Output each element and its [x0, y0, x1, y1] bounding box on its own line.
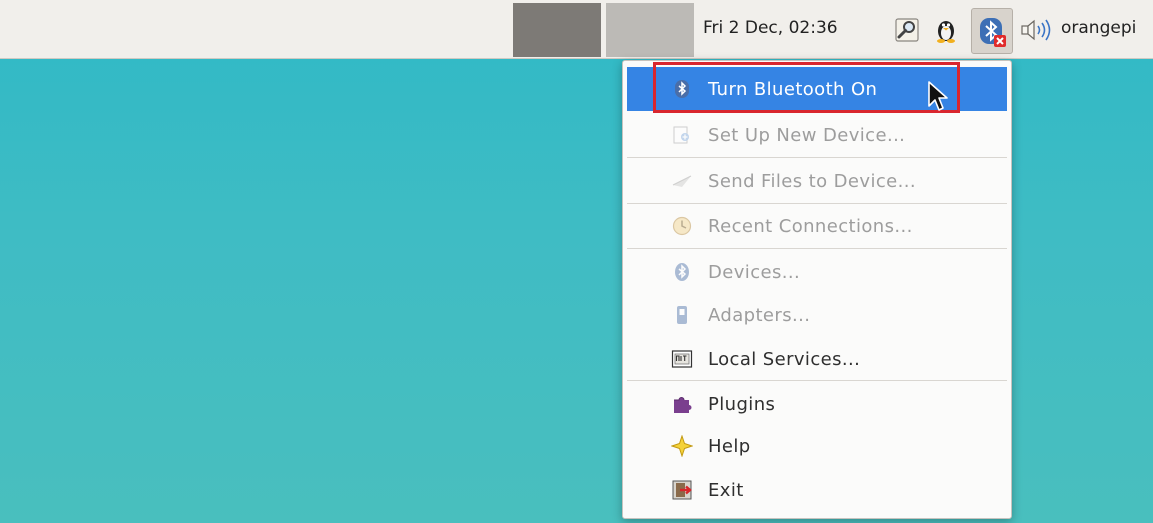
menu-item-label: Adapters... [708, 305, 811, 326]
new-device-icon [671, 124, 693, 146]
menu-item-label: Set Up New Device... [708, 125, 906, 146]
magnifier-icon[interactable] [893, 16, 921, 44]
volume-icon[interactable] [1018, 16, 1056, 44]
menu-item-exit[interactable]: Exit [627, 468, 1007, 512]
exit-icon [671, 479, 693, 501]
annotation-highlight-box [653, 62, 960, 113]
local-services-icon [671, 348, 693, 370]
menu-item-set-up-new-device[interactable]: Set Up New Device... [627, 113, 1007, 157]
bluetooth-tray-menu: Turn Bluetooth On Set Up New Device... S… [622, 60, 1012, 519]
menu-item-label: Recent Connections... [708, 216, 913, 237]
help-icon [671, 435, 693, 457]
menu-item-label: Plugins [708, 394, 776, 415]
bluetooth-disabled-icon [980, 18, 1006, 47]
menu-item-devices[interactable]: Devices... [627, 250, 1007, 294]
recent-connections-icon [671, 215, 693, 237]
adapters-icon [671, 304, 693, 326]
menu-item-local-services[interactable]: Local Services... [627, 337, 1007, 381]
menu-item-plugins[interactable]: Plugins [627, 382, 1007, 426]
devices-icon [671, 261, 693, 283]
menu-item-recent-connections[interactable]: Recent Connections... [627, 204, 1007, 248]
menu-separator [627, 157, 1007, 158]
menu-item-adapters[interactable]: Adapters... [627, 293, 1007, 337]
send-files-icon [671, 170, 693, 192]
panel-username[interactable]: orangepi [1061, 18, 1136, 38]
plugins-icon [671, 393, 693, 415]
bluetooth-tray-button[interactable] [971, 8, 1013, 54]
menu-item-label: Send Files to Device... [708, 171, 916, 192]
top-panel: Fri 2 Dec, 02:36 orangepi [0, 0, 1153, 59]
menu-separator [627, 380, 1007, 381]
panel-clock[interactable]: Fri 2 Dec, 02:36 [703, 18, 838, 38]
menu-item-label: Local Services... [708, 349, 861, 370]
menu-item-label: Devices... [708, 262, 801, 283]
menu-item-label: Exit [708, 480, 744, 501]
menu-item-send-files-to-device[interactable]: Send Files to Device... [627, 159, 1007, 203]
tux-penguin-icon[interactable] [932, 16, 960, 44]
menu-item-label: Help [708, 436, 751, 457]
menu-item-help[interactable]: Help [627, 424, 1007, 468]
taskbar-window-button-2[interactable] [606, 3, 694, 57]
mouse-cursor-icon [928, 81, 948, 111]
taskbar-window-button-1[interactable] [513, 3, 601, 57]
menu-separator [627, 248, 1007, 249]
